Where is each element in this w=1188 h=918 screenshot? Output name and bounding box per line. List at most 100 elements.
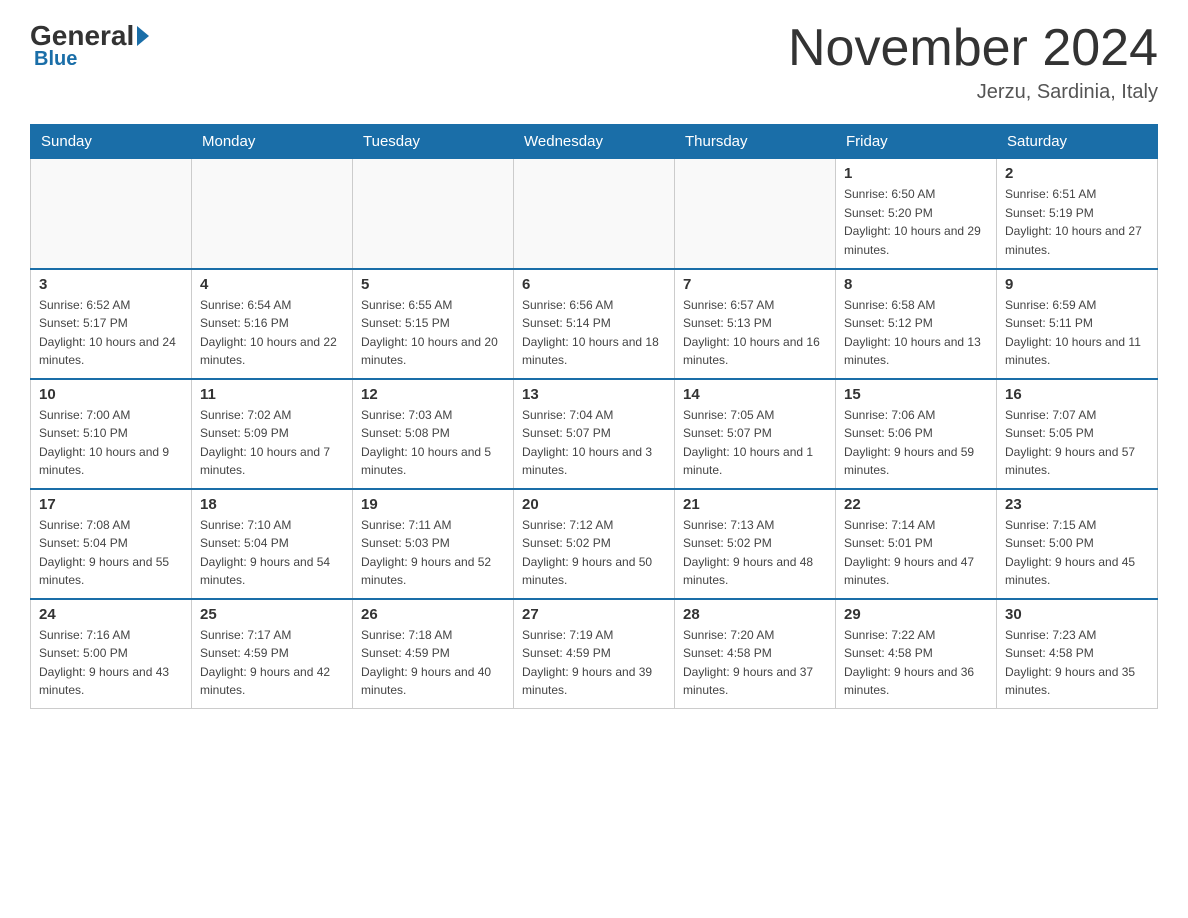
table-row: 30Sunrise: 7:23 AMSunset: 4:58 PMDayligh…: [997, 599, 1158, 709]
logo-blue: Blue: [30, 48, 77, 71]
day-info: Sunrise: 7:16 AMSunset: 5:00 PMDaylight:…: [39, 626, 183, 700]
day-info: Sunrise: 6:52 AMSunset: 5:17 PMDaylight:…: [39, 296, 183, 370]
day-info: Sunrise: 7:11 AMSunset: 5:03 PMDaylight:…: [361, 516, 505, 590]
day-info: Sunrise: 6:57 AMSunset: 5:13 PMDaylight:…: [683, 296, 827, 370]
calendar-week-4: 17 Sunrise: 7:08 AMSunset: 5:04 PMDayligh…: [31, 489, 1158, 599]
day-number: 21: [683, 496, 827, 513]
table-row: 20 Sunrise: 7:12 AMSunset: 5:02 PMDayligh…: [514, 489, 675, 599]
table-row: 16 Sunrise: 7:07 AMSunset: 5:05 PMDayligh…: [997, 379, 1158, 489]
day-number: 7: [683, 276, 827, 293]
table-row: 18 Sunrise: 7:10 AMSunset: 5:04 PMDayligh…: [192, 489, 353, 599]
day-number: 20: [522, 496, 666, 513]
table-row: [353, 159, 514, 269]
table-row: 11 Sunrise: 7:02 AMSunset: 5:09 PMDayligh…: [192, 379, 353, 489]
table-row: 17 Sunrise: 7:08 AMSunset: 5:04 PMDayligh…: [31, 489, 192, 599]
day-info: Sunrise: 7:10 AMSunset: 5:04 PMDaylight:…: [200, 516, 344, 590]
table-row: [31, 159, 192, 269]
table-row: 15 Sunrise: 7:06 AMSunset: 5:06 PMDayligh…: [836, 379, 997, 489]
day-number: 29: [844, 606, 988, 623]
table-row: [192, 159, 353, 269]
day-info: Sunrise: 6:56 AMSunset: 5:14 PMDaylight:…: [522, 296, 666, 370]
table-row: 9 Sunrise: 6:59 AMSunset: 5:11 PMDaylight…: [997, 269, 1158, 379]
day-info: Sunrise: 6:58 AMSunset: 5:12 PMDaylight:…: [844, 296, 988, 370]
day-number: 25: [200, 606, 344, 623]
calendar-header-row: Sunday Monday Tuesday Wednesday Thursday…: [31, 125, 1158, 159]
calendar-week-2: 3 Sunrise: 6:52 AMSunset: 5:17 PMDaylight…: [31, 269, 1158, 379]
day-info: Sunrise: 6:50 AMSunset: 5:20 PMDaylight:…: [844, 185, 988, 259]
table-row: 12 Sunrise: 7:03 AMSunset: 5:08 PMDayligh…: [353, 379, 514, 489]
day-number: 6: [522, 276, 666, 293]
day-info: Sunrise: 7:18 AMSunset: 4:59 PMDaylight:…: [361, 626, 505, 700]
day-number: 26: [361, 606, 505, 623]
table-row: 29Sunrise: 7:22 AMSunset: 4:58 PMDayligh…: [836, 599, 997, 709]
day-number: 16: [1005, 386, 1149, 403]
day-number: 13: [522, 386, 666, 403]
day-number: 10: [39, 386, 183, 403]
day-info: Sunrise: 7:05 AMSunset: 5:07 PMDaylight:…: [683, 406, 827, 480]
day-info: Sunrise: 7:20 AMSunset: 4:58 PMDaylight:…: [683, 626, 827, 700]
day-number: 4: [200, 276, 344, 293]
logo: General Blue: [30, 20, 151, 71]
table-row: 14Sunrise: 7:05 AMSunset: 5:07 PMDayligh…: [675, 379, 836, 489]
day-number: 28: [683, 606, 827, 623]
table-row: 7 Sunrise: 6:57 AMSunset: 5:13 PMDaylight…: [675, 269, 836, 379]
header-friday: Friday: [836, 125, 997, 159]
day-info: Sunrise: 7:08 AMSunset: 5:04 PMDaylight:…: [39, 516, 183, 590]
table-row: 2 Sunrise: 6:51 AMSunset: 5:19 PMDaylight…: [997, 159, 1158, 269]
day-number: 24: [39, 606, 183, 623]
day-info: Sunrise: 7:07 AMSunset: 5:05 PMDaylight:…: [1005, 406, 1149, 480]
table-row: 24 Sunrise: 7:16 AMSunset: 5:00 PMDayligh…: [31, 599, 192, 709]
day-number: 11: [200, 386, 344, 403]
day-number: 27: [522, 606, 666, 623]
table-row: 21Sunrise: 7:13 AMSunset: 5:02 PMDayligh…: [675, 489, 836, 599]
day-info: Sunrise: 7:12 AMSunset: 5:02 PMDaylight:…: [522, 516, 666, 590]
day-info: Sunrise: 6:54 AMSunset: 5:16 PMDaylight:…: [200, 296, 344, 370]
day-number: 12: [361, 386, 505, 403]
table-row: 4 Sunrise: 6:54 AMSunset: 5:16 PMDaylight…: [192, 269, 353, 379]
day-number: 1: [844, 165, 988, 182]
day-number: 5: [361, 276, 505, 293]
day-info: Sunrise: 7:17 AMSunset: 4:59 PMDaylight:…: [200, 626, 344, 700]
table-row: [514, 159, 675, 269]
day-number: 8: [844, 276, 988, 293]
location-subtitle: Jerzu, Sardinia, Italy: [788, 81, 1158, 104]
calendar-week-1: 1 Sunrise: 6:50 AMSunset: 5:20 PMDaylight…: [31, 159, 1158, 269]
table-row: 25 Sunrise: 7:17 AMSunset: 4:59 PMDayligh…: [192, 599, 353, 709]
day-number: 17: [39, 496, 183, 513]
day-info: Sunrise: 7:03 AMSunset: 5:08 PMDaylight:…: [361, 406, 505, 480]
header-sunday: Sunday: [31, 125, 192, 159]
table-row: 27 Sunrise: 7:19 AMSunset: 4:59 PMDayligh…: [514, 599, 675, 709]
table-row: 5 Sunrise: 6:55 AMSunset: 5:15 PMDaylight…: [353, 269, 514, 379]
day-number: 2: [1005, 165, 1149, 182]
table-row: 3 Sunrise: 6:52 AMSunset: 5:17 PMDaylight…: [31, 269, 192, 379]
day-number: 15: [844, 386, 988, 403]
day-info: Sunrise: 7:02 AMSunset: 5:09 PMDaylight:…: [200, 406, 344, 480]
day-number: 30: [1005, 606, 1149, 623]
calendar-table: Sunday Monday Tuesday Wednesday Thursday…: [30, 124, 1158, 709]
header-monday: Monday: [192, 125, 353, 159]
title-area: November 2024 Jerzu, Sardinia, Italy: [788, 20, 1158, 104]
day-number: 9: [1005, 276, 1149, 293]
calendar-week-3: 10 Sunrise: 7:00 AMSunset: 5:10 PMDayligh…: [31, 379, 1158, 489]
day-info: Sunrise: 6:59 AMSunset: 5:11 PMDaylight:…: [1005, 296, 1149, 370]
header-wednesday: Wednesday: [514, 125, 675, 159]
day-number: 3: [39, 276, 183, 293]
table-row: 10 Sunrise: 7:00 AMSunset: 5:10 PMDayligh…: [31, 379, 192, 489]
table-row: 1 Sunrise: 6:50 AMSunset: 5:20 PMDaylight…: [836, 159, 997, 269]
day-info: Sunrise: 6:55 AMSunset: 5:15 PMDaylight:…: [361, 296, 505, 370]
day-info: Sunrise: 7:14 AMSunset: 5:01 PMDaylight:…: [844, 516, 988, 590]
day-number: 18: [200, 496, 344, 513]
day-info: Sunrise: 7:19 AMSunset: 4:59 PMDaylight:…: [522, 626, 666, 700]
calendar-week-5: 24 Sunrise: 7:16 AMSunset: 5:00 PMDayligh…: [31, 599, 1158, 709]
day-info: Sunrise: 7:00 AMSunset: 5:10 PMDaylight:…: [39, 406, 183, 480]
day-info: Sunrise: 7:06 AMSunset: 5:06 PMDaylight:…: [844, 406, 988, 480]
table-row: 13Sunrise: 7:04 AMSunset: 5:07 PMDayligh…: [514, 379, 675, 489]
table-row: [675, 159, 836, 269]
day-number: 23: [1005, 496, 1149, 513]
table-row: 23 Sunrise: 7:15 AMSunset: 5:00 PMDayligh…: [997, 489, 1158, 599]
day-info: Sunrise: 6:51 AMSunset: 5:19 PMDaylight:…: [1005, 185, 1149, 259]
day-info: Sunrise: 7:15 AMSunset: 5:00 PMDaylight:…: [1005, 516, 1149, 590]
table-row: 26 Sunrise: 7:18 AMSunset: 4:59 PMDayligh…: [353, 599, 514, 709]
logo-arrow-icon: [137, 26, 149, 46]
header: General Blue November 2024 Jerzu, Sardin…: [30, 20, 1158, 104]
